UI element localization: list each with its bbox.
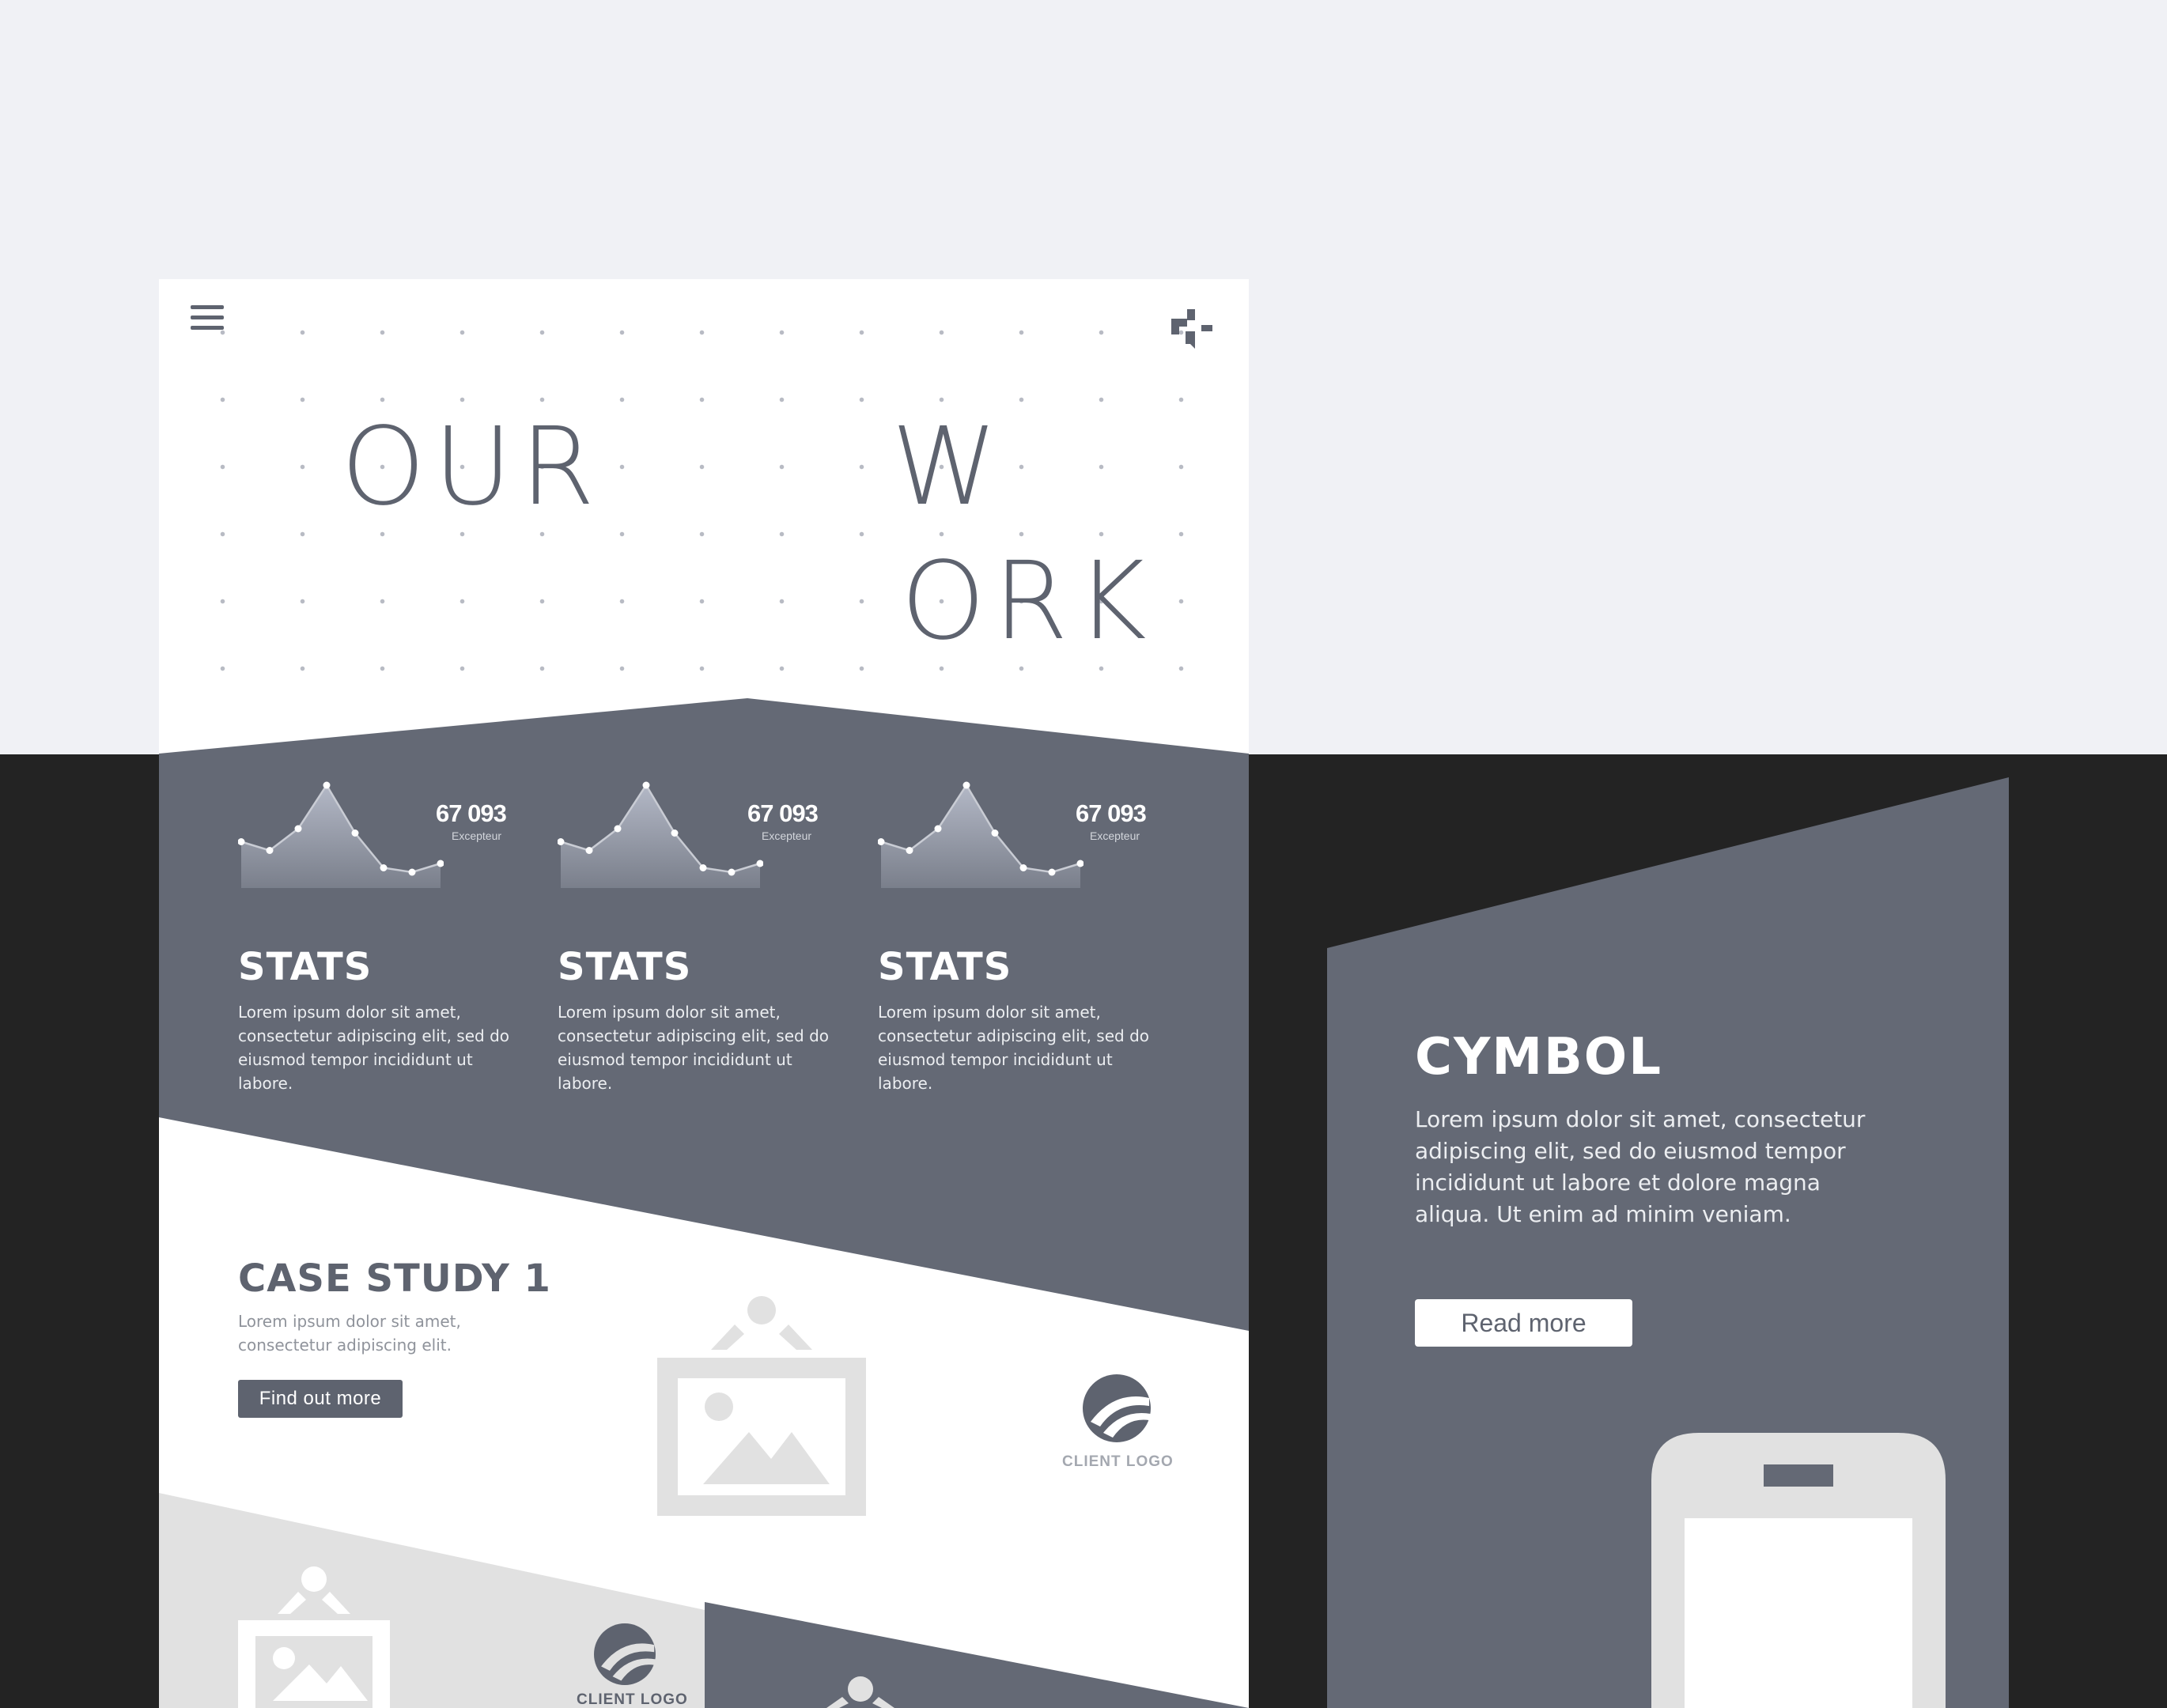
sparkline-point (614, 825, 622, 833)
stat-title: STATS (558, 945, 692, 989)
sparkline-chart-2 (558, 781, 763, 888)
sparkline-point (294, 825, 302, 833)
stat-number-caption: Excepteur (762, 829, 812, 842)
lower-right-slate-section (705, 1602, 1249, 1708)
stat-title: STATS (878, 945, 1012, 989)
stat-number: 67 093 (436, 799, 507, 827)
stat-number-caption: Excepteur (452, 829, 502, 842)
sparkline-point (642, 781, 650, 789)
sparkline-chart-1 (238, 781, 444, 888)
client-logo-label: CLIENT LOGO (1062, 1453, 1174, 1470)
sparkline-point (380, 864, 388, 871)
stat-body: Lorem ipsum dolor sit amet, consectetur … (878, 1003, 1150, 1093)
page-panel: OUR W ORK 67 093 Excepteur STATS Lorem i… (159, 279, 1249, 1708)
sparkline-point (1019, 864, 1027, 871)
sparkline-point (962, 781, 970, 789)
sparkline-point (1048, 868, 1056, 876)
image-placeholder-icon (826, 1676, 894, 1708)
stat-number: 67 093 (1076, 799, 1147, 827)
stat-title: STATS (238, 945, 373, 989)
case-study-body: Lorem ipsum dolor sit amet, consectetur … (238, 1312, 461, 1355)
client-logo-icon (594, 1623, 656, 1685)
sparkline-chart-3 (878, 781, 1084, 888)
stat-body: Lorem ipsum dolor sit amet, consectetur … (238, 1003, 510, 1093)
sparkline-point (585, 847, 593, 854)
image-placeholder-icon (657, 1296, 866, 1516)
sparkline-point (671, 829, 679, 837)
stat-number: 67 093 (747, 799, 819, 827)
stat-number-caption: Excepteur (1090, 829, 1140, 842)
sparkline-point (323, 781, 331, 789)
sparkline-point (906, 847, 913, 854)
sparkline-point (408, 868, 416, 876)
card-title: CYMBOL (1415, 1028, 1662, 1086)
client-logo-label: CLIENT LOGO (577, 1691, 688, 1708)
sparkline-point (728, 868, 736, 876)
image-placeholder-icon (238, 1566, 390, 1708)
phone-mockup-icon (1651, 1433, 1946, 1708)
sparkline-point (991, 829, 999, 837)
case-study-title: CASE STUDY 1 (238, 1256, 551, 1301)
sparkline-point (266, 847, 274, 854)
read-more-button[interactable]: Read more (1415, 1299, 1632, 1347)
sparkline-point (934, 825, 942, 833)
sparkline-point (699, 864, 707, 871)
client-logo-icon (1083, 1374, 1151, 1442)
stat-body: Lorem ipsum dolor sit amet, consectetur … (558, 1003, 830, 1093)
sparkline-point (351, 829, 359, 837)
card-body: Lorem ipsum dolor sit amet, consectetur … (1415, 1106, 1866, 1227)
find-out-more-button[interactable]: Find out more (238, 1380, 403, 1418)
